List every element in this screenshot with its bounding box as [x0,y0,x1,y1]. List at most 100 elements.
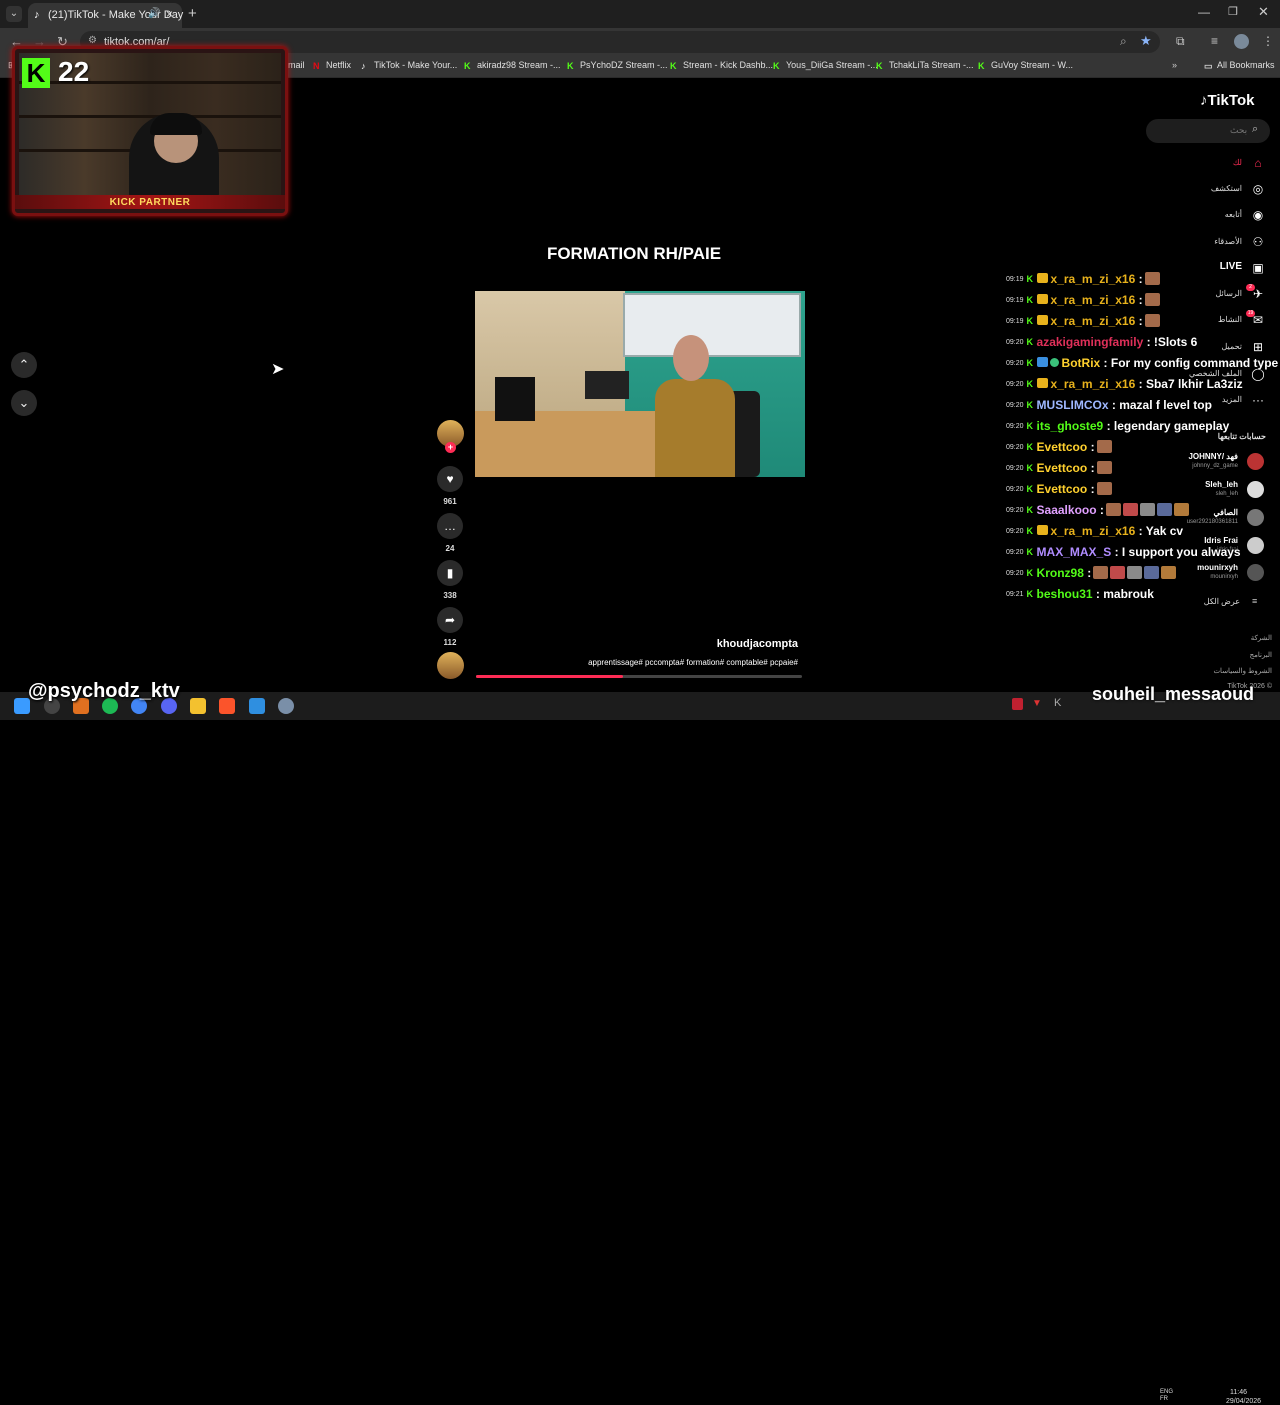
bookmark-item[interactable]: K PsYchoDZ Stream -... [567,60,668,71]
bookmark-item[interactable]: K Yous_DiiGa Stream -... [773,60,878,71]
browser-tab-bar: ⌄ ♪ (21)TikTok - Make Your Day 🔊 × + — ❐… [0,0,1280,28]
video-hashtags[interactable]: apprentissage# pccompta# formation# comp… [500,658,798,667]
video-player[interactable] [475,291,805,477]
following-account-avatar[interactable] [1247,509,1264,526]
nav-label[interactable]: الرسائل [1182,289,1243,298]
follow-plus-icon[interactable]: + [445,442,456,453]
chat-text: : !Slots 6 [1146,335,1198,349]
friends-icon[interactable]: ⚇ [1251,235,1265,249]
bookmark-item[interactable]: Kakiradz98 Stream -... [464,60,561,71]
previous-video-button[interactable]: ⌃ [11,352,37,378]
following-account-avatar[interactable] [1247,453,1264,470]
share-button[interactable]: ➦ [437,607,463,633]
emote-icon [1093,566,1109,579]
language-indicator[interactable]: ENG FR [1160,1389,1173,1403]
tiktok-logo[interactable]: ♪TikTok [1200,92,1254,109]
minimize-window-icon[interactable]: — [1198,5,1210,19]
kick-badge-icon: K [1026,295,1034,305]
clock-time[interactable]: 11:46 [1230,1389,1247,1396]
tray-shield-icon[interactable]: ▼ [1032,698,1042,709]
video-author[interactable]: khoudjacompta [620,638,798,650]
following-icon[interactable]: ◉ [1251,208,1265,222]
profile-avatar-icon[interactable] [1234,34,1249,49]
footer-link[interactable]: الشركة [1192,634,1272,642]
home-icon[interactable]: ⌂ [1251,156,1265,170]
close-tab-icon[interactable]: × [166,7,173,21]
emote-icon [1161,566,1177,579]
new-tab-button[interactable]: + [188,5,197,22]
extensions-icon[interactable]: ⧉ [1176,34,1185,49]
tray-app-icon[interactable] [1012,698,1023,710]
like-button[interactable]: ♥ [437,466,463,492]
chat-timestamp: 09:20 [1006,465,1024,472]
tab-search-button[interactable]: ⌄ [6,6,22,22]
search-icon[interactable]: ⌕ [1252,123,1258,136]
subscriber-badge-icon [1036,315,1048,325]
chat-timestamp: 09:20 [1006,402,1024,409]
chat-text: : [1138,272,1143,286]
nav-label[interactable]: النشاط [1182,315,1242,324]
restore-window-icon[interactable]: ❐ [1228,5,1238,18]
bookmark-label: TikTok - Make Your... [374,60,458,70]
bookmark-item[interactable]: ♪ TikTok - Make Your... [361,60,458,71]
zoom-icon[interactable]: ⌕ [1120,34,1127,49]
brave-icon[interactable] [219,698,235,714]
following-account-avatar[interactable] [1247,481,1264,498]
media-control-icon[interactable]: ≡ [1211,34,1218,48]
nav-label[interactable]: LIVE [1182,261,1242,272]
menu-icon[interactable]: ⋮ [1262,34,1274,48]
close-window-icon[interactable]: ✕ [1258,4,1269,20]
chat-message: 09:20 Kazakigamingfamily : !Slots 6 [1006,335,1197,355]
following-account-handle: sleh_leh [1215,491,1238,497]
settings-icon[interactable] [278,698,294,714]
chat-timestamp: 09:21 [1006,591,1024,598]
bookmark-item[interactable]: K TchakLiTa Stream -... [876,60,974,71]
folder-icon[interactable] [190,698,206,714]
footer-link[interactable]: البرنامج [1192,651,1272,659]
more-icon[interactable]: ··· [1251,393,1265,407]
speaker-icon[interactable]: 🔊 [148,8,160,19]
following-account-avatar[interactable] [1247,564,1264,581]
bookmark-item[interactable]: K GuVoy Stream - W... [978,60,1073,71]
all-bookmarks-button[interactable]: ▭ All Bookmarks [1204,60,1275,71]
following-account-name[interactable]: JOHNNY/ فهد [1158,452,1238,461]
emote-icon [1156,503,1172,516]
heart-icon: ♥ [446,472,454,486]
nav-label[interactable]: استكشف [1182,184,1242,193]
clock-date[interactable]: 29/04/2026 [1226,1398,1261,1405]
video-presenter-head [673,335,709,381]
chat-timestamp: 09:20 [1006,486,1024,493]
video-progress-bar[interactable] [476,675,802,678]
browser-tab[interactable]: ♪ (21)TikTok - Make Your Day 🔊 × [28,3,183,28]
search-input[interactable]: بحث ⌕ [1146,119,1270,143]
chat-message: 09:20 Kx_ra_m_zi_x16 : Yak cv [1006,524,1183,544]
bookmark-item[interactable]: K Stream - Kick Dashb... [670,60,773,71]
nav-label[interactable]: الأصدقاء [1182,237,1242,246]
tray-kick-icon[interactable]: K [1054,697,1061,709]
more-bookmarks-icon[interactable]: » [1172,60,1177,70]
chat-message: 09:20 K MUSLIMCOx : mazal f level top [1006,398,1212,418]
chat-timestamp: 09:20 [1006,507,1024,514]
save-button[interactable]: ▮ [437,560,463,586]
bookmark-star-icon[interactable]: ★ [1140,33,1152,49]
kick-badge-icon: K [1026,589,1034,599]
footer-link[interactable]: الشروط والسياسات [1192,667,1272,675]
following-account-avatar[interactable] [1247,537,1264,554]
comment-button[interactable]: … [437,513,463,539]
see-all-link[interactable]: عرض الكل [1180,597,1240,606]
following-account-name[interactable]: Sleh_leh [1158,480,1238,489]
chat-message: 09:19 Kx_ra_m_zi_x16 : [1006,314,1160,334]
streamer-cap [150,113,202,135]
nav-label[interactable]: لك [1182,158,1242,167]
compass-icon[interactable]: ◎ [1251,182,1265,196]
live-icon[interactable]: ▣ [1251,261,1265,275]
music-disc-icon[interactable] [437,652,464,679]
site-info-icon[interactable]: ⚙ [88,35,97,46]
next-video-button[interactable]: ⌄ [11,390,37,416]
photos-icon[interactable] [249,698,265,714]
upload-icon[interactable]: ⊞ [1251,340,1265,354]
subscriber-badge-icon [1036,294,1048,304]
bookmark-item[interactable]: N Netflix [313,60,351,71]
chat-text: : Sba7 lkhir La3ziz [1138,377,1243,391]
nav-label[interactable]: أتابعه [1182,210,1242,219]
